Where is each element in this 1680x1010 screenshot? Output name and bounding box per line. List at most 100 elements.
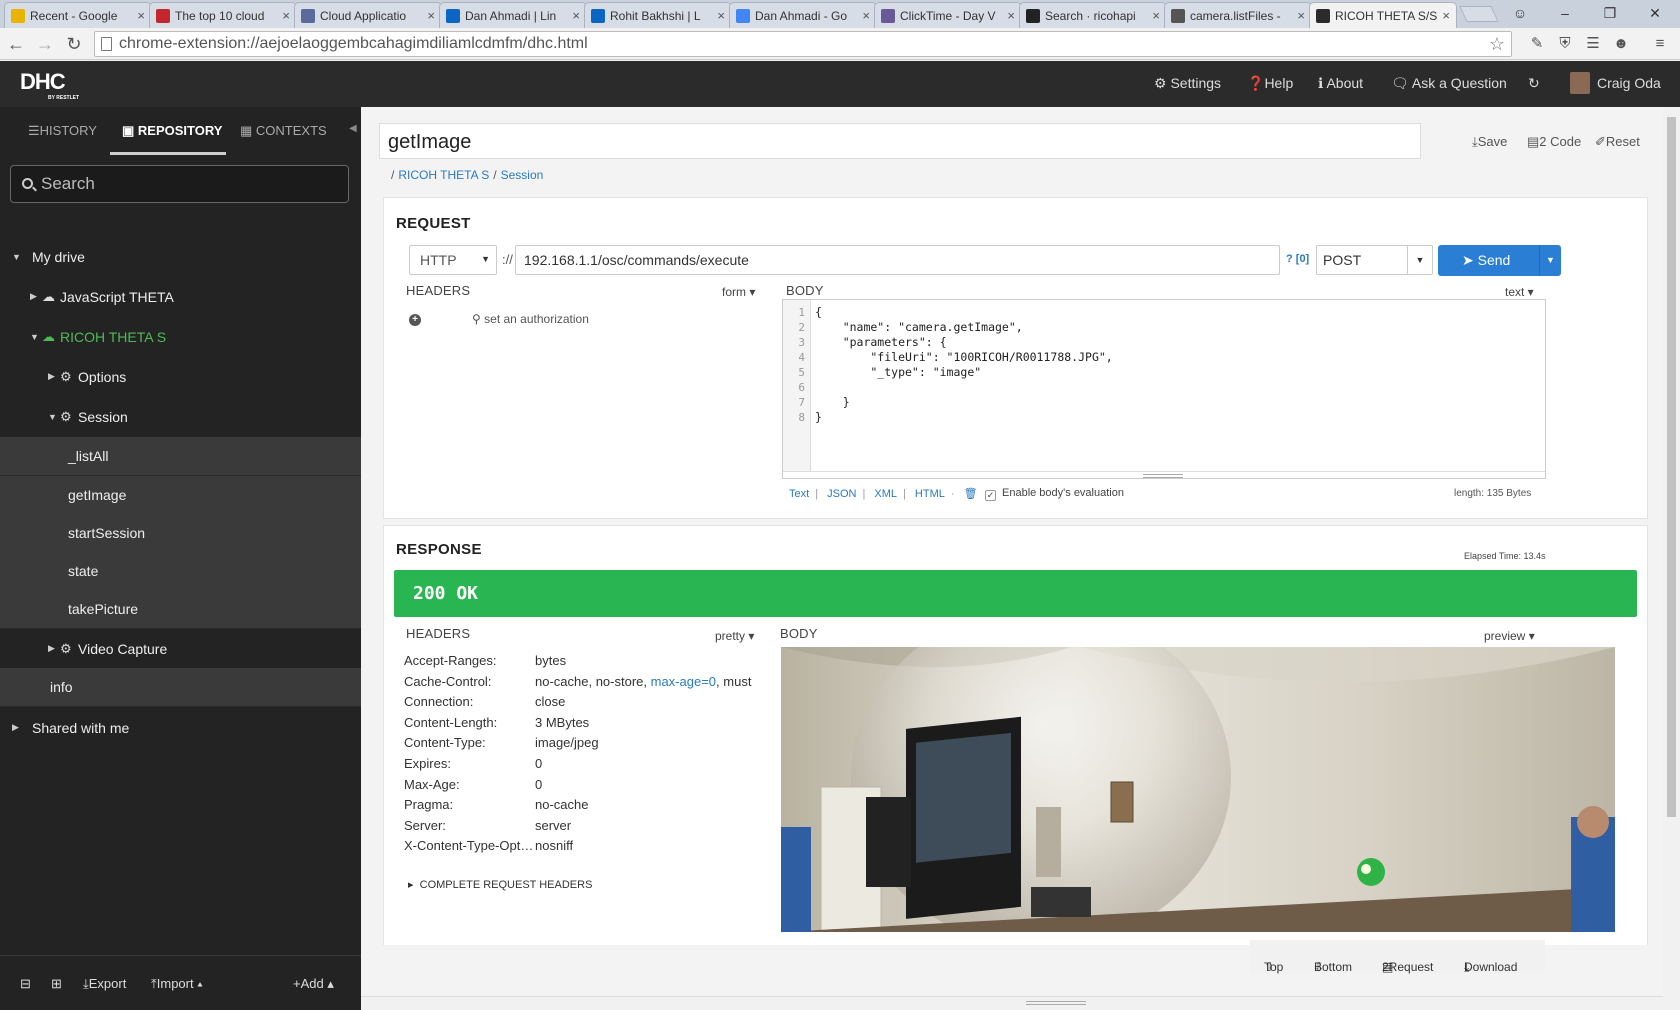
request-name-input[interactable]: getImage <box>379 123 1421 159</box>
avatar[interactable] <box>1570 72 1590 94</box>
back-icon[interactable]: ← <box>5 33 27 55</box>
header-value-link[interactable]: max-age=0 <box>651 674 716 689</box>
method-select[interactable]: POST ▼ <box>1316 245 1433 275</box>
close-tab-icon[interactable]: × <box>862 8 870 23</box>
tree-shared-with-me[interactable]: ▶ Shared with me <box>0 708 361 747</box>
scrollbar-grip[interactable] <box>1026 1001 1086 1005</box>
close-tab-icon[interactable]: × <box>1297 8 1305 23</box>
response-body-mode[interactable]: preview ▾ <box>1484 629 1535 643</box>
browser-tab[interactable]: camera.listFiles - × <box>1164 2 1312 28</box>
tab-contexts[interactable]: ▦ CONTEXTS <box>240 123 327 139</box>
close-tab-icon[interactable]: × <box>1007 8 1015 23</box>
collapse-all-icon[interactable]: ⊟ <box>20 976 31 992</box>
vertical-scrollbar[interactable] <box>1663 107 1680 1010</box>
browser-tab[interactable]: ClickTime - Day V × <box>874 2 1022 28</box>
trash-icon[interactable]: 🗑 <box>964 488 978 500</box>
add-button[interactable]: +Add ▴ <box>293 976 334 992</box>
browser-tab[interactable]: The top 10 cloud × <box>149 2 297 28</box>
minimize-icon[interactable]: – <box>1545 0 1585 26</box>
import-button[interactable]: ⤒Import ▴ <box>151 976 203 992</box>
tree-item-startsession[interactable]: startSession <box>0 514 361 553</box>
browser-tab[interactable]: RICOH THETA S/S × <box>1309 2 1457 28</box>
browser-tab[interactable]: Recent - Google × <box>4 2 152 28</box>
shield-extension-icon[interactable]: ⛨ <box>1555 34 1575 54</box>
tree-options[interactable]: ▶ ⚙ Options <box>0 357 361 396</box>
set-authorization-link[interactable]: ⚲ set an authorization <box>472 312 589 326</box>
format-html-button[interactable]: HTML <box>915 488 945 500</box>
export-button[interactable]: ⤓Export <box>83 976 126 992</box>
search-input[interactable] <box>41 172 341 196</box>
layers-extension-icon[interactable]: ☰ <box>1583 34 1603 54</box>
tab-history[interactable]: ☰HISTORY <box>28 123 97 139</box>
tree-item-listall[interactable]: _listAll <box>0 437 361 476</box>
breadcrumb-item[interactable]: RICOH THETA S <box>398 168 489 182</box>
tree-javascript-theta[interactable]: ▶ ☁ JavaScript THETA <box>0 277 361 316</box>
close-tab-icon[interactable]: × <box>572 8 580 23</box>
sync-icon[interactable]: ↻ <box>1528 75 1540 92</box>
reload-icon[interactable]: ↻ <box>63 33 85 55</box>
close-tab-icon[interactable]: × <box>1442 8 1450 23</box>
person-extension-icon[interactable]: ☻ <box>1611 34 1631 54</box>
tree-item-takepicture[interactable]: takePicture <box>0 590 361 629</box>
profile-icon[interactable]: ☺ <box>1500 0 1540 26</box>
close-tab-icon[interactable]: × <box>427 8 435 23</box>
restore-icon[interactable]: ❐ <box>1590 0 1630 26</box>
forward-icon[interactable]: → <box>34 33 56 55</box>
reset-button[interactable]: ✐Reset <box>1595 134 1640 150</box>
collapse-sidebar-icon[interactable]: ◀ <box>349 123 357 134</box>
settings-link[interactable]: ⚙ Settings <box>1154 75 1221 92</box>
tab-repository[interactable]: ▣ REPOSITORY <box>122 123 222 139</box>
about-link[interactable]: ℹ About <box>1318 75 1363 92</box>
complete-request-headers-toggle[interactable]: ▸ COMPLETE REQUEST HEADERS <box>408 878 592 891</box>
send-button[interactable]: ➤ Send <box>1438 245 1539 276</box>
headers-mode-select[interactable]: form ▾ <box>722 285 755 299</box>
code-button[interactable]: ▤2 Code <box>1527 134 1581 150</box>
editor-resize-handle[interactable] <box>783 471 1545 479</box>
help-link[interactable]: ❓Help <box>1247 75 1293 92</box>
bookmark-star-icon[interactable]: ☆ <box>1489 32 1505 56</box>
browser-tab[interactable]: Dan Ahmadi | Lin × <box>439 2 587 28</box>
chrome-menu-icon[interactable]: ≡ <box>1650 34 1670 54</box>
scheme-select[interactable]: HTTP ▼ <box>409 245 497 275</box>
browser-tab[interactable]: Rohit Bakhshi | L × <box>584 2 732 28</box>
tree-session[interactable]: ▼ ⚙ Session <box>0 397 361 436</box>
new-tab-button[interactable] <box>1459 6 1499 22</box>
save-button[interactable]: ⤓Save <box>1472 134 1507 150</box>
breadcrumb-item[interactable]: Session <box>501 168 544 182</box>
body-mode-select[interactable]: text ▾ <box>1505 285 1534 299</box>
expand-all-icon[interactable]: ⊞ <box>51 976 62 992</box>
format-json-button[interactable]: JSON <box>827 488 856 500</box>
body-editor[interactable]: 1 2 3 4 5 6 7 8 { "name": "camera.getIma… <box>782 299 1546 479</box>
close-tab-icon[interactable]: × <box>282 8 290 23</box>
add-header-icon[interactable]: + <box>409 314 421 326</box>
url-input[interactable]: 192.168.1.1/osc/commands/execute <box>515 245 1280 275</box>
close-tab-icon[interactable]: × <box>137 8 145 23</box>
body-code[interactable]: { "name": "camera.getImage", "parameters… <box>815 305 1113 425</box>
close-tab-icon[interactable]: × <box>1152 8 1160 23</box>
address-bar[interactable]: chrome-extension://aejoelaoggembcahagimd… <box>94 31 1512 57</box>
browser-tab[interactable]: Dan Ahmadi - Go × <box>729 2 877 28</box>
ask-question-link[interactable]: 🗨 Ask a Question <box>1391 75 1507 92</box>
format-text-button[interactable]: Text <box>789 488 809 500</box>
caret-down-icon[interactable]: ▼ <box>1407 246 1432 274</box>
send-options-button[interactable]: ▼ <box>1539 245 1561 276</box>
tree-ricoh-theta-s[interactable]: ▼ ☁ RICOH THETA S <box>0 317 361 356</box>
response-headers-mode[interactable]: pretty ▾ <box>715 629 754 643</box>
tree-video-capture[interactable]: ▶ ⚙ Video Capture <box>0 629 361 668</box>
browser-tab[interactable]: Cloud Applicatio × <box>294 2 442 28</box>
browser-tab[interactable]: Search · ricohapi × <box>1019 2 1167 28</box>
user-name[interactable]: Craig Oda <box>1597 75 1661 91</box>
horizontal-scrollbar[interactable] <box>361 996 1663 1010</box>
close-tab-icon[interactable]: × <box>717 8 725 23</box>
tree-item-getimage[interactable]: getImage <box>0 476 361 515</box>
format-xml-button[interactable]: XML <box>874 488 897 500</box>
eyedropper-extension-icon[interactable]: ✎ <box>1527 34 1547 54</box>
tree-item-state[interactable]: state <box>0 552 361 591</box>
checkbox-icon[interactable]: ✓ <box>985 490 996 501</box>
tree-item-info[interactable]: info <box>0 668 361 707</box>
body-evaluation-toggle[interactable]: ✓ Enable body's evaluation <box>985 487 1124 501</box>
scrollbar-thumb[interactable] <box>1667 117 1676 817</box>
close-window-icon[interactable]: ✕ <box>1635 0 1675 26</box>
query-params-button[interactable]: ? [0] <box>1286 253 1309 265</box>
tree-my-drive[interactable]: ▼ My drive <box>0 237 361 276</box>
